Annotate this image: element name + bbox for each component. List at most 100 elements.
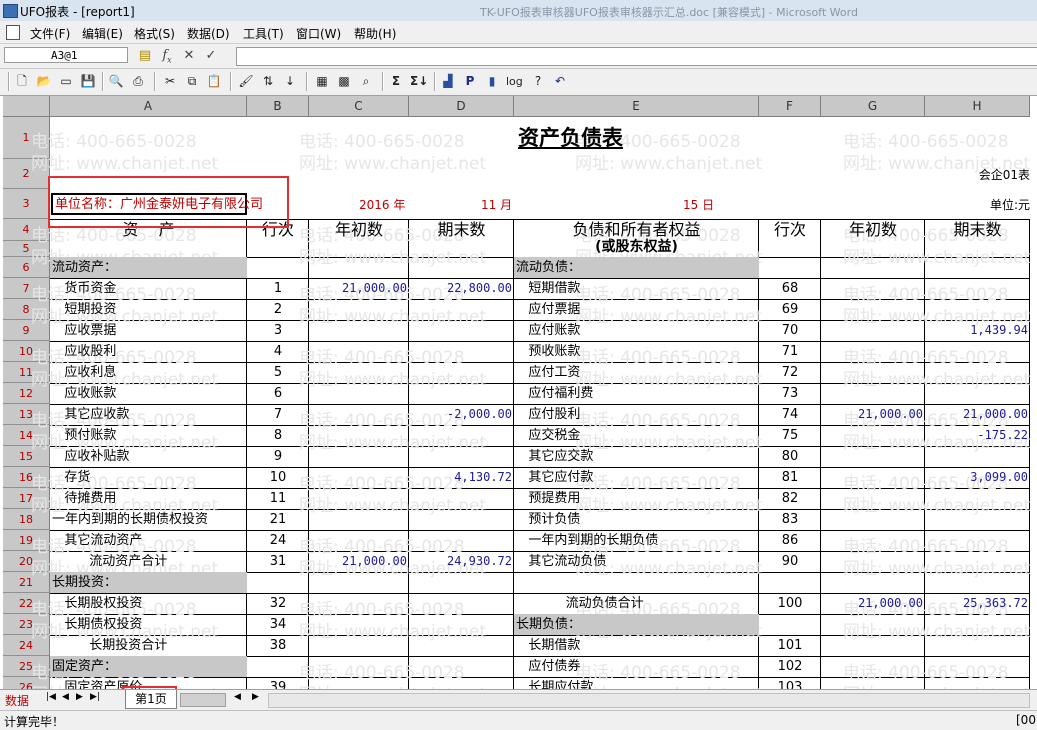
asset-name-cell[interactable]: 应收票据 [50,320,247,341]
liability-name-cell[interactable]: 短期借款 [514,278,759,299]
asset-name-cell[interactable]: 流动资产合计 [50,551,247,572]
liability-begin-cell[interactable]: 21,000.00 [821,404,925,425]
liability-name-cell[interactable]: 应付福利费 [514,383,759,404]
header-end-balance[interactable]: 期末数 [409,219,514,257]
asset-line-cell[interactable]: 4 [247,341,309,362]
row-header[interactable]: 26 [3,677,50,689]
menu-edit[interactable]: 编辑(E) [82,25,123,42]
asset-begin-cell[interactable]: 21,000.00 [309,551,409,572]
liability-end-cell[interactable]: 3,099.00 [925,467,1030,488]
chart-icon[interactable]: ▟ [440,73,456,90]
horizontal-scrollbar[interactable] [268,693,1030,708]
paste-icon[interactable]: 📋 [206,73,222,90]
asset-line-cell[interactable]: 8 [247,425,309,446]
row-header[interactable]: 15 [3,446,50,467]
column-header-b[interactable]: B [247,96,309,117]
liability-name-cell[interactable]: 应付股利 [514,404,759,425]
liability-line-cell[interactable]: 71 [759,341,821,362]
save-icon[interactable]: 💾 [80,73,96,90]
row-header[interactable]: 17 [3,488,50,509]
format-painter-icon[interactable]: 🖌 [238,73,254,90]
row-header[interactable]: 18 [3,509,50,530]
asset-line-cell[interactable]: 21 [247,509,309,530]
open-folder-icon[interactable]: 📂 [36,73,52,90]
menu-format[interactable]: 格式(S) [134,25,175,42]
asset-line-cell[interactable]: 31 [247,551,309,572]
row-header[interactable]: 13 [3,404,50,425]
undo-icon[interactable]: ↶ [552,73,568,90]
row-header[interactable]: 25 [3,656,50,677]
form-code[interactable]: 会企01表 [925,165,1030,185]
report-title[interactable]: 资产负债表 [514,125,674,151]
unit-label[interactable]: 单位:元 [925,197,1030,213]
liability-end-cell[interactable]: 1,439.94 [925,320,1030,341]
liability-name-cell[interactable]: 应付票据 [514,299,759,320]
asset-name-cell[interactable]: 固定资产： [50,656,247,677]
header-begin-balance-2[interactable]: 年初数 [821,219,925,257]
liability-line-cell[interactable]: 70 [759,320,821,341]
asset-line-cell[interactable]: 38 [247,635,309,656]
liability-name-cell[interactable]: 应付债券 [514,656,759,677]
asset-end-cell[interactable]: 4,130.72 [409,467,514,488]
liability-line-cell[interactable]: 86 [759,530,821,551]
liability-line-cell[interactable]: 100 [759,593,821,614]
grid-icon[interactable]: ▩ [336,73,352,90]
function-wizard-icon[interactable]: ▤ [138,49,152,63]
asset-name-cell[interactable]: 其它应收款 [50,404,247,425]
row-header[interactable]: 6 [3,257,50,278]
row-header[interactable]: 22 [3,593,50,614]
liability-line-cell[interactable]: 90 [759,551,821,572]
report-month[interactable]: 11 月 [481,197,512,213]
row-header[interactable]: 10 [3,341,50,362]
sort-descending-icon[interactable]: ↓ [282,73,298,90]
column-header-c[interactable]: C [309,96,409,117]
asset-begin-cell[interactable]: 21,000.00 [309,278,409,299]
asset-line-cell[interactable]: 7 [247,404,309,425]
sheet-tab-scroll[interactable] [180,693,226,707]
header-begin-balance[interactable]: 年初数 [309,219,409,257]
row-header[interactable]: 14 [3,425,50,446]
liability-name-cell[interactable]: 流动负债： [514,257,759,278]
asset-name-cell[interactable]: 存货 [50,467,247,488]
asset-name-cell[interactable]: 应收利息 [50,362,247,383]
liability-line-cell[interactable]: 73 [759,383,821,404]
asset-line-cell[interactable]: 1 [247,278,309,299]
header-equity[interactable]: (或股东权益) [514,239,759,255]
row-header[interactable]: 19 [3,530,50,551]
column-header-d[interactable]: D [409,96,514,117]
column-header-h[interactable]: H [925,96,1030,117]
menu-data[interactable]: 数据(D) [187,25,230,42]
asset-name-cell[interactable]: 长期投资合计 [50,635,247,656]
new-file-icon[interactable]: 🗋 [14,73,30,90]
liability-name-cell[interactable]: 预提费用 [514,488,759,509]
liability-line-cell[interactable]: 102 [759,656,821,677]
asset-name-cell[interactable]: 待摊费用 [50,488,247,509]
liability-line-cell[interactable]: 103 [759,677,821,689]
row-header[interactable]: 11 [3,362,50,383]
liability-line-cell[interactable]: 68 [759,278,821,299]
asset-name-cell[interactable]: 流动资产： [50,257,247,278]
print-preview-icon[interactable]: 🔍 [108,73,124,90]
cut-icon[interactable]: ✂ [162,73,178,90]
cancel-edit-icon[interactable]: ✕ [182,49,196,63]
liability-name-cell[interactable]: 其它应交款 [514,446,759,467]
insert-table-icon[interactable]: ▦ [314,73,330,90]
scroll-left-icon[interactable]: ◀ [234,692,241,702]
prev-sheet-icon[interactable]: ◀ [62,692,69,702]
header-liabilities[interactable]: 负债和所有者权益 [514,219,759,239]
liability-name-cell[interactable]: 长期应付款 [514,677,759,689]
asset-name-cell[interactable]: 一年内到期的长期债权投资 [50,509,247,530]
row-header[interactable]: 21 [3,572,50,593]
row-header[interactable]: 8 [3,299,50,320]
row-header[interactable]: 23 [3,614,50,635]
copy-icon[interactable]: ⧉ [184,73,200,90]
row-header[interactable]: 9 [3,320,50,341]
asset-name-cell[interactable]: 短期投资 [50,299,247,320]
scroll-right-icon[interactable]: ▶ [252,692,259,702]
liability-line-cell[interactable]: 69 [759,299,821,320]
report-year[interactable]: 2016 年 [359,197,405,213]
asset-line-cell[interactable]: 3 [247,320,309,341]
asset-line-cell[interactable]: 39 [247,677,309,689]
find-icon[interactable]: ⌕ [358,73,374,90]
column-header-g[interactable]: G [821,96,925,117]
